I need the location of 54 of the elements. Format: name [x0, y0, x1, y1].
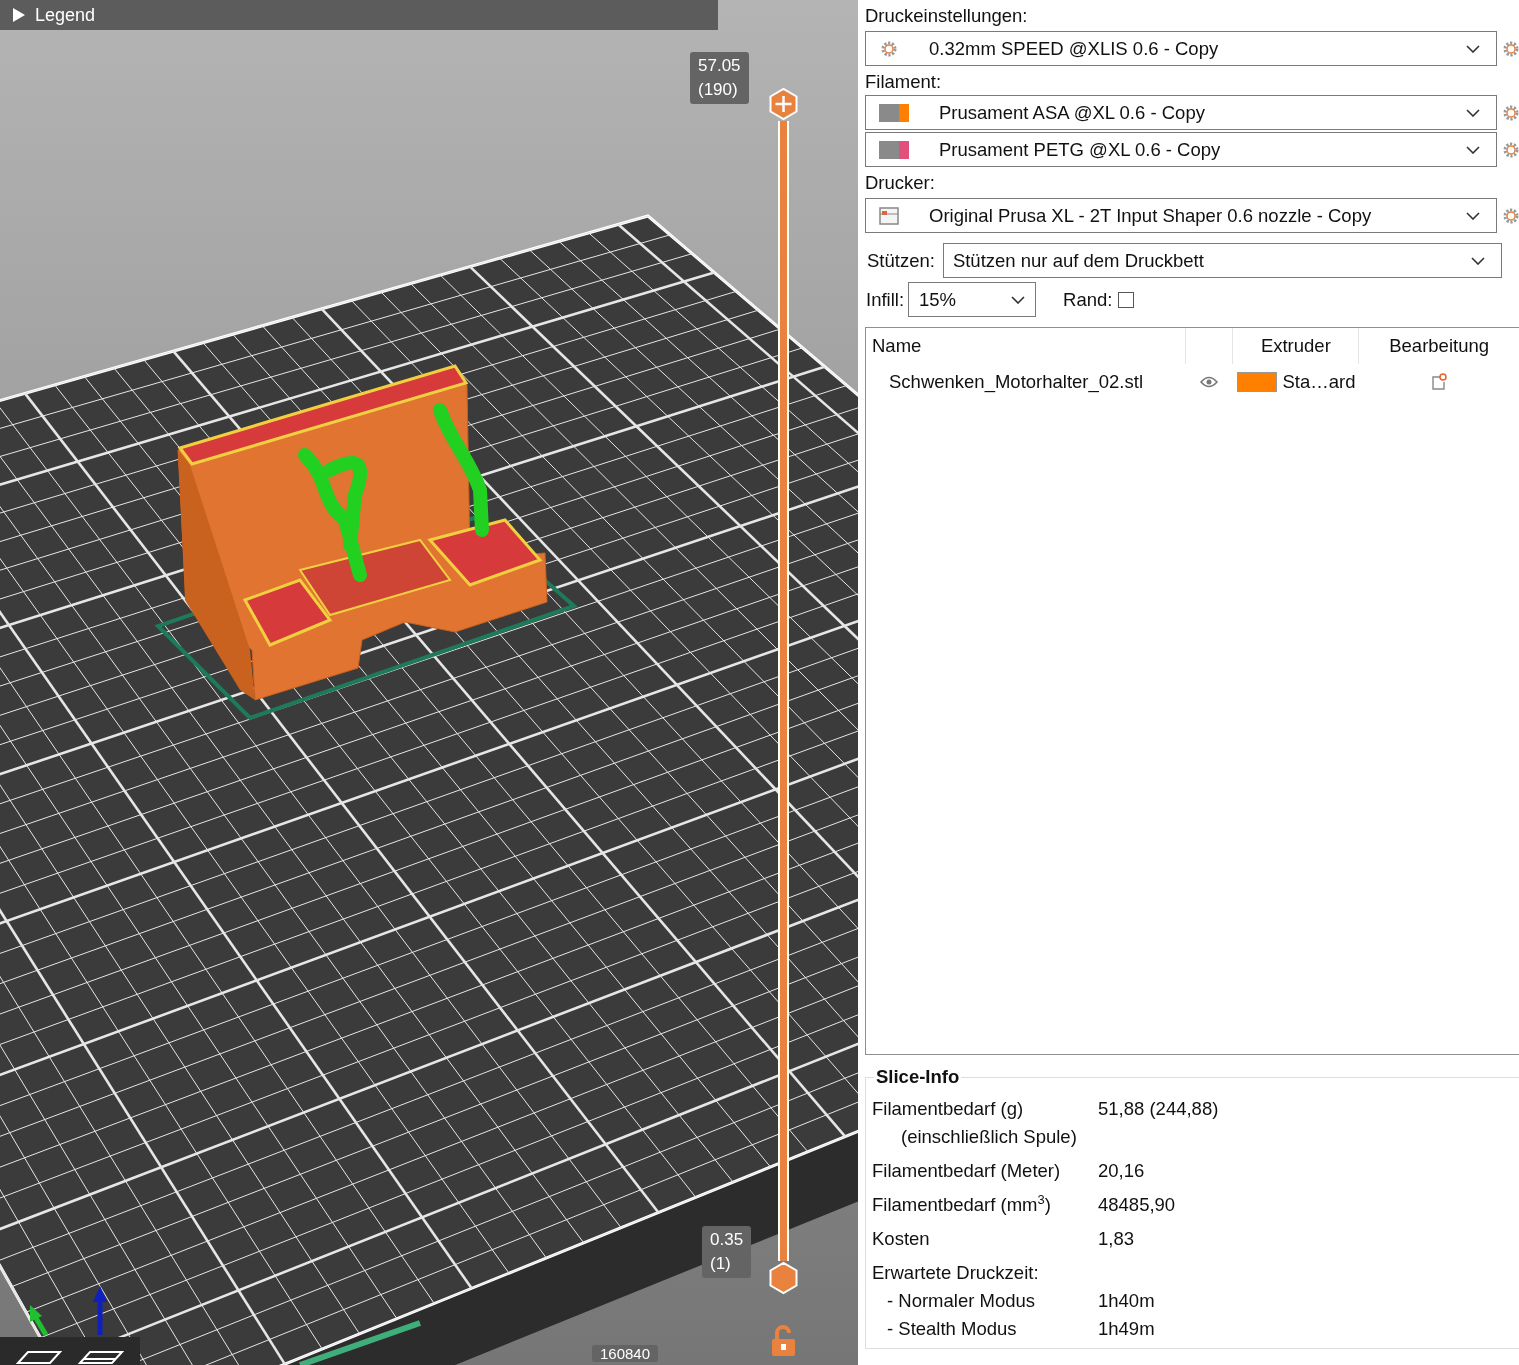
info-label: Filamentbedarf (mm$^{3}$) — [872, 1192, 1052, 1217]
info-value: 20,16 — [1098, 1159, 1145, 1183]
field-label: Filament: — [865, 71, 943, 93]
field-label: Drucker: — [865, 172, 936, 194]
filament-dropdown[interactable]: Prusament PETG @XL 0.6 - Copy — [865, 132, 1497, 167]
info-value: 51,88 (244,88) — [1098, 1097, 1219, 1121]
legend-header[interactable]: Legend — [0, 0, 718, 30]
object-name[interactable]: Schwenken_Motorhalter_02.stl — [866, 371, 1186, 393]
layer-tooltip: 0.35 (1) — [702, 1226, 752, 1278]
printer-dropdown[interactable]: Original Prusa XL - 2T Input Shaper 0.6 nozzle - Copy — [865, 198, 1497, 233]
printer-icon — [879, 206, 899, 225]
settings-icon[interactable] — [1503, 39, 1519, 58]
layer-tooltip: 57.05 (190) — [690, 52, 749, 104]
eye-icon[interactable] — [1200, 376, 1219, 388]
field-label: Druckeinstellungen: — [865, 5, 1029, 27]
extruder-name[interactable]: Sta…ard — [1282, 371, 1356, 393]
info-value: 48485,90 — [1098, 1193, 1176, 1217]
settings-icon[interactable] — [1503, 103, 1519, 122]
column-header[interactable]: Bearbeitung — [1359, 328, 1519, 364]
info-label: - Stealth Modus — [886, 1317, 1018, 1341]
chevron-down-icon — [1466, 44, 1480, 53]
info-label: (einschließlich Spule) — [900, 1125, 1078, 1149]
upper-thumb-icon[interactable] — [769, 87, 798, 121]
info-label: Erwartete Druckzeit: — [872, 1261, 1040, 1285]
column-header[interactable]: Extruder — [1233, 328, 1360, 364]
move-slider-label: 160840 — [592, 1345, 659, 1362]
field-label: Stützen: — [867, 249, 935, 272]
info-label: - Normaler Modus — [886, 1289, 1037, 1313]
info-label: Filamentbedarf (g) — [872, 1097, 1025, 1121]
unlock-icon[interactable] — [772, 1325, 795, 1356]
chevron-down-icon — [1466, 108, 1480, 117]
field-label: Rand: — [1063, 288, 1113, 311]
chevron-down-icon — [1470, 256, 1485, 265]
settings-icon[interactable] — [1503, 206, 1519, 225]
print-settings-dropdown[interactable]: 0.32mm SPEED @XLIS 0.6 - Copy — [865, 31, 1497, 66]
info-label: Kosten — [872, 1227, 931, 1251]
layers-view-icon[interactable] — [79, 1351, 125, 1364]
chevron-down-icon — [1011, 295, 1026, 304]
settings-icon[interactable] — [1503, 140, 1519, 159]
brim-checkbox[interactable] — [1118, 291, 1135, 308]
info-value: 1,83 — [1098, 1227, 1134, 1251]
chevron-down-icon — [1466, 211, 1480, 220]
info-label: Filamentbedarf (Meter) — [872, 1159, 1062, 1183]
field-label: Infill: — [866, 288, 905, 311]
edit-settings-icon[interactable] — [1430, 373, 1449, 391]
box-view-icon[interactable] — [15, 1351, 63, 1364]
info-value: 1h49m — [1098, 1317, 1155, 1341]
info-value: 1h40m — [1098, 1289, 1155, 1313]
infill-dropdown[interactable]: 15% — [908, 282, 1037, 317]
chevron-down-icon — [1466, 145, 1480, 154]
supports-dropdown[interactable]: Stützen nur auf dem Druckbett — [942, 243, 1502, 278]
lower-thumb-icon[interactable] — [769, 1261, 798, 1295]
filament-dropdown[interactable]: Prusament ASA @XL 0.6 - Copy — [865, 95, 1497, 130]
column-header[interactable]: Name — [866, 328, 1186, 364]
